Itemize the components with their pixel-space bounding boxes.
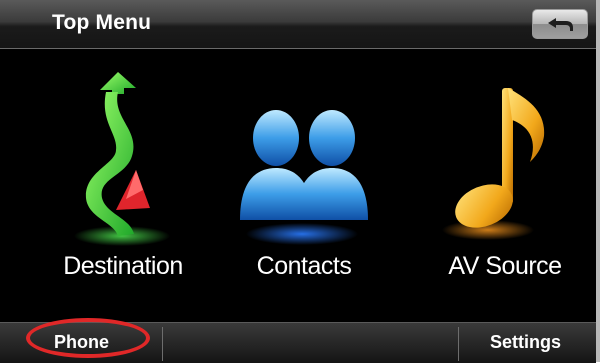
menu-item-av-source[interactable]: AV Source [426,58,584,298]
divider [458,327,459,361]
menu-label-contacts: Contacts [256,252,352,280]
music-note-icon [442,88,545,240]
contacts-people-icon [240,110,368,245]
menu-item-destination[interactable]: Destination [40,58,206,298]
route-arrow-icon [74,72,170,246]
header-bar: Top Menu [0,0,596,49]
page-title: Top Menu [52,11,152,34]
back-button[interactable] [532,9,588,39]
menu-item-contacts[interactable]: Contacts [224,58,384,298]
back-arrow-icon [548,18,573,31]
phone-highlight-circle [26,318,150,358]
divider [162,327,163,361]
menu-label-av-source: AV Source [448,252,562,280]
settings-button[interactable]: Settings [490,332,561,353]
nav-screen: Top Menu Destination Contacts AV Source … [0,0,600,363]
menu-label-destination: Destination [63,252,183,280]
